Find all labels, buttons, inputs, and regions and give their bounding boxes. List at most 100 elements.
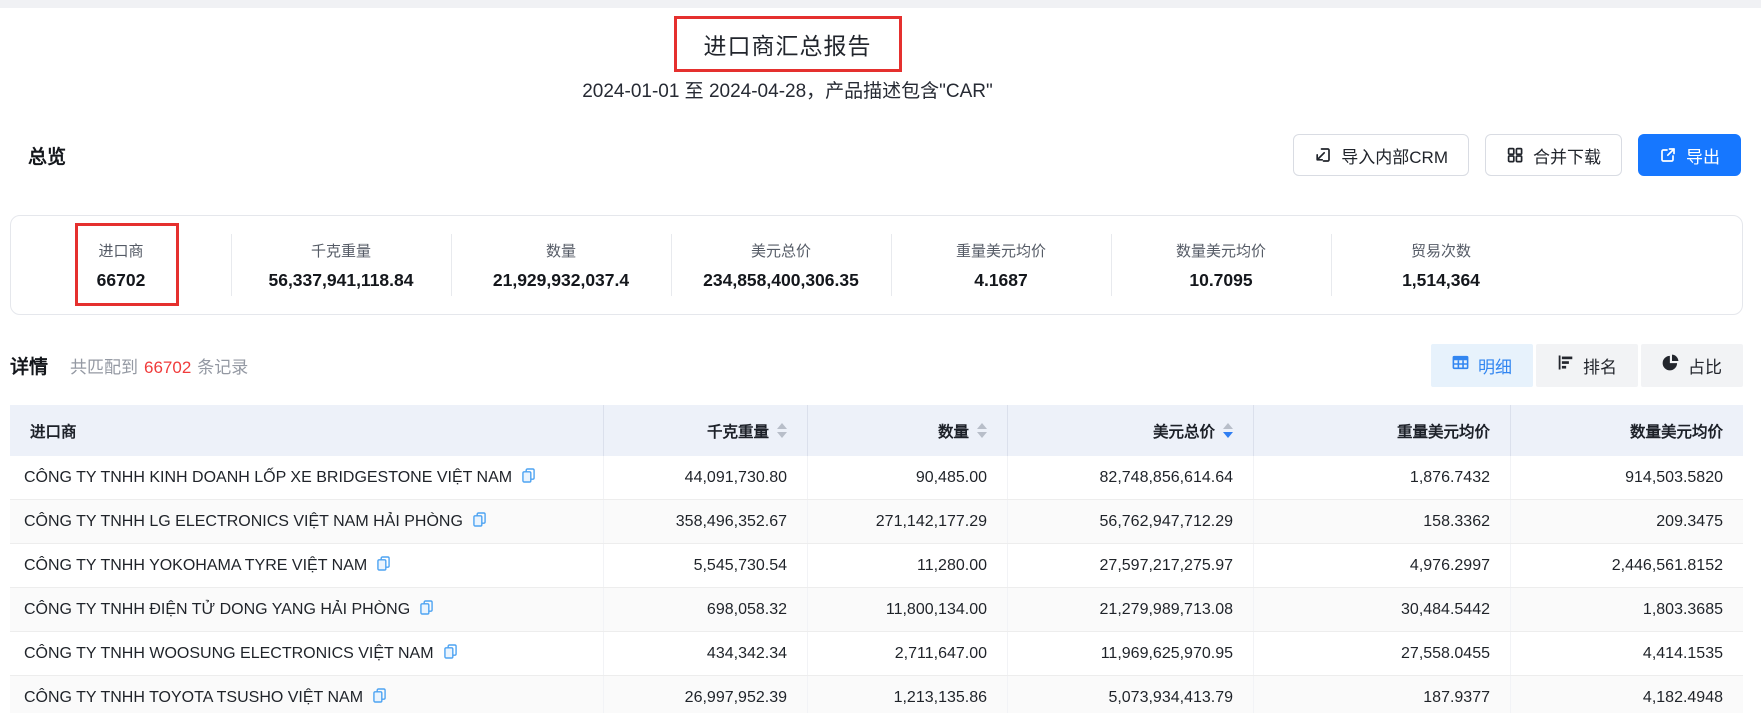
stat-value: 56,337,941,118.84: [231, 270, 451, 291]
column-label: 数量: [938, 420, 969, 442]
stat-label: 数量美元均价: [1111, 240, 1331, 261]
copy-icon[interactable]: [373, 688, 386, 708]
quantity-cell: 11,280.00: [807, 544, 1007, 587]
stat-label: 美元总价: [671, 240, 891, 261]
importer-summary-report-page: 进口商汇总报告 2024-01-01 至 2024-04-28，产品描述包含"C…: [0, 0, 1761, 713]
export-label: 导出: [1686, 143, 1720, 168]
column-label: 千克重量: [707, 420, 769, 442]
quantity-cell: 271,142,177.29: [807, 500, 1007, 543]
usd-total-cell: 27,597,217,275.97: [1007, 544, 1253, 587]
match-summary: 共匹配到66702条记录: [70, 353, 248, 378]
match-prefix: 共匹配到: [70, 358, 138, 377]
tab-ranking-label: 排名: [1583, 353, 1617, 378]
export-icon: [1659, 146, 1677, 164]
stat-label: 贸易次数: [1331, 240, 1551, 261]
usd-per-qty-cell: 4,414.1535: [1510, 632, 1743, 675]
page-title: 进口商汇总报告: [704, 33, 872, 59]
importer-cell: CÔNG TY TNHH YOKOHAMA TYRE VIỆT NAM: [10, 544, 603, 587]
import-crm-button[interactable]: 导入内部CRM: [1293, 134, 1469, 176]
kg-weight-cell: 44,091,730.80: [603, 456, 807, 499]
kg-weight-cell: 698,058.32: [603, 588, 807, 631]
kg-weight-cell: 5,545,730.54: [603, 544, 807, 587]
top-edge-strip: [0, 0, 1761, 8]
importer-cell: CÔNG TY TNHH KINH DOANH LỐP XE BRIDGESTO…: [10, 456, 603, 499]
importer-name: CÔNG TY TNHH YOKOHAMA TYRE VIỆT NAM: [24, 557, 367, 575]
quantity-cell: 1,213,135.86: [807, 676, 1007, 713]
stat-red-annotation-box: [75, 223, 179, 306]
usd-total-cell: 5,073,934,413.79: [1007, 676, 1253, 713]
stat-kg-weight: 千克重量 56,337,941,118.84: [231, 240, 451, 291]
report-subtitle: 2024-01-01 至 2024-04-28，产品描述包含"CAR": [0, 76, 1668, 103]
usd-per-qty-cell: 2,446,561.8152: [1510, 544, 1743, 587]
tab-share[interactable]: 占比: [1641, 344, 1743, 387]
table-row: CÔNG TY TNHH LG ELECTRONICS VIỆT NAM HẢI…: [10, 500, 1743, 544]
column-header-quantity[interactable]: 数量: [807, 405, 1007, 456]
stat-value: 21,929,932,037.4: [451, 270, 671, 291]
usd-per-kg-cell: 1,876.7432: [1253, 456, 1510, 499]
stat-label: 千克重量: [231, 240, 451, 261]
usd-per-qty-cell: 209.3475: [1510, 500, 1743, 543]
importer-name: CÔNG TY TNHH WOOSUNG ELECTRONICS VIỆT NA…: [24, 645, 434, 663]
copy-icon[interactable]: [473, 512, 486, 532]
column-header-kg-weight[interactable]: 千克重量: [603, 405, 807, 456]
details-heading: 详情: [10, 352, 48, 379]
title-wrap: 进口商汇总报告: [0, 16, 1668, 72]
stat-trade-count: 贸易次数 1,514,364: [1331, 240, 1551, 291]
merge-download-button[interactable]: 合并下载: [1485, 134, 1622, 176]
stat-value: 4.1687: [891, 270, 1111, 291]
table-row: CÔNG TY TNHH ĐIỆN TỬ DONG YANG HẢI PHÒNG…: [10, 588, 1743, 632]
column-header-usd-per-kg: 重量美元均价: [1253, 405, 1510, 456]
stat-value: 10.7095: [1111, 270, 1331, 291]
overview-stats-panel: 进口商 66702 千克重量 56,337,941,118.84 数量 21,9…: [10, 215, 1743, 315]
sort-icon[interactable]: [977, 423, 987, 438]
action-buttons: 导入内部CRM 合并下载: [1293, 134, 1741, 176]
sort-icon[interactable]: [777, 423, 787, 438]
importer-cell: CÔNG TY TNHH WOOSUNG ELECTRONICS VIỆT NA…: [10, 632, 603, 675]
quantity-cell: 11,800,134.00: [807, 588, 1007, 631]
usd-per-qty-cell: 4,182.4948: [1510, 676, 1743, 713]
sort-icon-active-desc[interactable]: [1223, 423, 1233, 438]
usd-per-kg-cell: 27,558.0455: [1253, 632, 1510, 675]
kg-weight-cell: 26,997,952.39: [603, 676, 807, 713]
importer-name: CÔNG TY TNHH ĐIỆN TỬ DONG YANG HẢI PHÒNG: [24, 601, 410, 619]
table-icon: [1452, 354, 1469, 376]
tab-detail-label: 明细: [1478, 353, 1512, 378]
importer-name: CÔNG TY TNHH LG ELECTRONICS VIỆT NAM HẢI…: [24, 513, 463, 531]
usd-total-cell: 82,748,856,614.64: [1007, 456, 1253, 499]
stat-usd-per-kg: 重量美元均价 4.1687: [891, 240, 1111, 291]
table-row: CÔNG TY TNHH TOYOTA TSUSHO VIỆT NAM 26,9…: [10, 676, 1743, 713]
overview-section-row: 总览 导入内部CRM: [28, 132, 1741, 178]
usd-per-qty-cell: 914,503.5820: [1510, 456, 1743, 499]
column-label: 数量美元均价: [1630, 420, 1723, 442]
stat-value: 234,858,400,306.35: [671, 270, 891, 291]
kg-weight-cell: 358,496,352.67: [603, 500, 807, 543]
quantity-cell: 2,711,647.00: [807, 632, 1007, 675]
copy-icon[interactable]: [420, 600, 433, 620]
tab-detail[interactable]: 明细: [1431, 344, 1533, 387]
column-header-usd-per-qty: 数量美元均价: [1510, 405, 1743, 456]
importer-name: CÔNG TY TNHH KINH DOANH LỐP XE BRIDGESTO…: [24, 469, 512, 487]
table-row: CÔNG TY TNHH YOKOHAMA TYRE VIỆT NAM 5,54…: [10, 544, 1743, 588]
column-header-usd-total[interactable]: 美元总价: [1007, 405, 1253, 456]
table-row: CÔNG TY TNHH KINH DOANH LỐP XE BRIDGESTO…: [10, 456, 1743, 500]
tab-ranking[interactable]: 排名: [1536, 344, 1638, 387]
copy-icon[interactable]: [444, 644, 457, 664]
usd-total-cell: 56,762,947,712.29: [1007, 500, 1253, 543]
stat-quantity: 数量 21,929,932,037.4: [451, 240, 671, 291]
stat-label: 数量: [451, 240, 671, 261]
usd-total-cell: 21,279,989,713.08: [1007, 588, 1253, 631]
usd-per-kg-cell: 187.9377: [1253, 676, 1510, 713]
kg-weight-cell: 434,342.34: [603, 632, 807, 675]
copy-icon[interactable]: [377, 556, 390, 576]
copy-icon[interactable]: [522, 468, 535, 488]
column-label: 美元总价: [1153, 420, 1215, 442]
import-crm-label: 导入内部CRM: [1341, 143, 1448, 168]
quantity-cell: 90,485.00: [807, 456, 1007, 499]
usd-per-qty-cell: 1,803.3685: [1510, 588, 1743, 631]
usd-per-kg-cell: 4,976.2997: [1253, 544, 1510, 587]
table-header-row: 进口商 千克重量 数量 美元总价 重量美元均价 数量美元均价: [10, 405, 1743, 456]
usd-per-kg-cell: 30,484.5442: [1253, 588, 1510, 631]
stat-label: 重量美元均价: [891, 240, 1111, 261]
export-button[interactable]: 导出: [1638, 134, 1741, 176]
column-label: 重量美元均价: [1397, 420, 1490, 442]
